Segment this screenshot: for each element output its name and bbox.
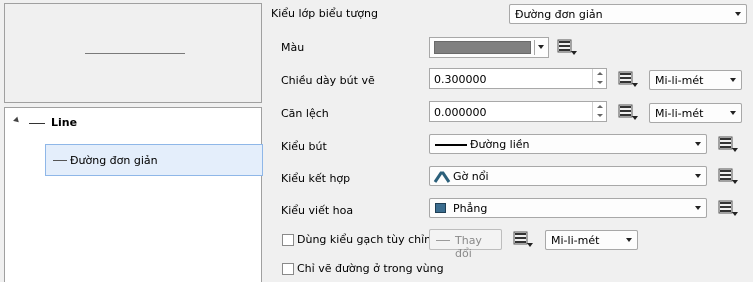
- chevron-down-icon: [695, 174, 701, 178]
- tree-item-label: Đường đơn giản: [70, 154, 158, 167]
- unit-value: Mi-li-mét: [655, 74, 704, 87]
- spin-up-icon[interactable]: [597, 105, 603, 108]
- flat-cap-icon: [435, 203, 446, 213]
- color-button-separator: [534, 40, 535, 55]
- chevron-down-icon: [695, 142, 701, 146]
- symbol-layer-tree[interactable]: Line Đường đơn giản: [4, 107, 263, 282]
- chevron-down-icon: [735, 12, 741, 16]
- stroke-width-label: Chiều dày bút vẽ: [281, 74, 375, 87]
- spin-down-icon[interactable]: [597, 81, 603, 84]
- stroke-width-value: 0.300000: [434, 73, 487, 86]
- spin-up-icon[interactable]: [597, 72, 603, 75]
- data-defined-override-icon[interactable]: [717, 167, 739, 187]
- data-defined-override-icon[interactable]: [617, 70, 639, 90]
- custom-dash-checkbox[interactable]: [282, 234, 294, 246]
- offset-unit-dropdown[interactable]: Mi-li-mét: [649, 103, 742, 123]
- cap-style-value: Phẳng: [453, 202, 488, 215]
- solid-line-icon: [435, 144, 467, 146]
- symbol-preview: [4, 3, 262, 103]
- offset-spinbox[interactable]: 0.000000: [429, 101, 607, 122]
- custom-dash-unit-dropdown[interactable]: Mi-li-mét: [545, 230, 638, 250]
- tree-item-line[interactable]: Line: [5, 114, 261, 132]
- offset-value: 0.000000: [434, 106, 487, 119]
- data-defined-override-icon[interactable]: [556, 38, 578, 58]
- color-label: Màu: [281, 41, 305, 54]
- tree-item-label: Line: [51, 116, 78, 129]
- unit-value: Mi-li-mét: [655, 107, 704, 120]
- cap-style-label: Kiểu viết hoa: [281, 204, 354, 217]
- preview-line-sample: [85, 53, 185, 54]
- data-defined-override-icon[interactable]: [717, 135, 739, 155]
- offset-label: Căn lệch: [281, 107, 329, 120]
- stroke-width-spinbox[interactable]: 0.300000: [429, 68, 607, 89]
- pen-style-value: Đường liền: [470, 138, 530, 151]
- data-defined-override-icon[interactable]: [617, 103, 639, 123]
- custom-dash-label: Dùng kiểu gạch tùy chỉnh: [297, 233, 439, 246]
- bevel-join-icon: [433, 171, 451, 183]
- spin-buttons[interactable]: [592, 102, 606, 121]
- layer-type-dropdown[interactable]: Đường đơn giản: [509, 4, 747, 24]
- stroke-width-unit-dropdown[interactable]: Mi-li-mét: [649, 70, 742, 90]
- color-swatch: [434, 41, 531, 54]
- change-dash-button[interactable]: Thay đổi: [429, 229, 502, 260]
- simple-line-icon: [53, 160, 67, 161]
- chevron-down-icon: [695, 206, 701, 210]
- chevron-down-icon: [730, 111, 736, 115]
- data-defined-override-icon[interactable]: [717, 199, 739, 219]
- join-style-label: Kiểu kết hợp: [281, 172, 351, 185]
- layer-type-label: Kiểu lớp biểu tượng: [271, 7, 379, 20]
- spin-buttons[interactable]: [592, 69, 606, 88]
- chevron-down-icon[interactable]: [538, 45, 544, 49]
- join-style-dropdown[interactable]: Gờ nổi: [429, 166, 707, 186]
- line-symbol-icon: [29, 123, 45, 124]
- unit-value: Mi-li-mét: [551, 234, 600, 247]
- layer-type-value: Đường đơn giản: [515, 8, 603, 21]
- cap-style-dropdown[interactable]: Phẳng: [429, 198, 707, 218]
- expand-triangle-icon[interactable]: [13, 116, 21, 125]
- draw-inside-label: Chỉ vẽ đường ở trong vùng: [297, 262, 444, 275]
- pen-style-label: Kiểu bút: [281, 140, 327, 153]
- chevron-down-icon: [626, 238, 632, 242]
- data-defined-override-icon[interactable]: [512, 230, 534, 250]
- chevron-down-icon: [730, 78, 736, 82]
- change-button-label: Thay đổi: [455, 234, 482, 260]
- dash-line-icon: [436, 240, 450, 241]
- draw-inside-checkbox[interactable]: [282, 263, 294, 275]
- pen-style-dropdown[interactable]: Đường liền: [429, 134, 707, 154]
- join-style-value: Gờ nổi: [453, 170, 489, 183]
- spin-down-icon[interactable]: [597, 114, 603, 117]
- color-button[interactable]: [429, 37, 549, 58]
- tree-item-simple-line[interactable]: Đường đơn giản: [45, 144, 263, 176]
